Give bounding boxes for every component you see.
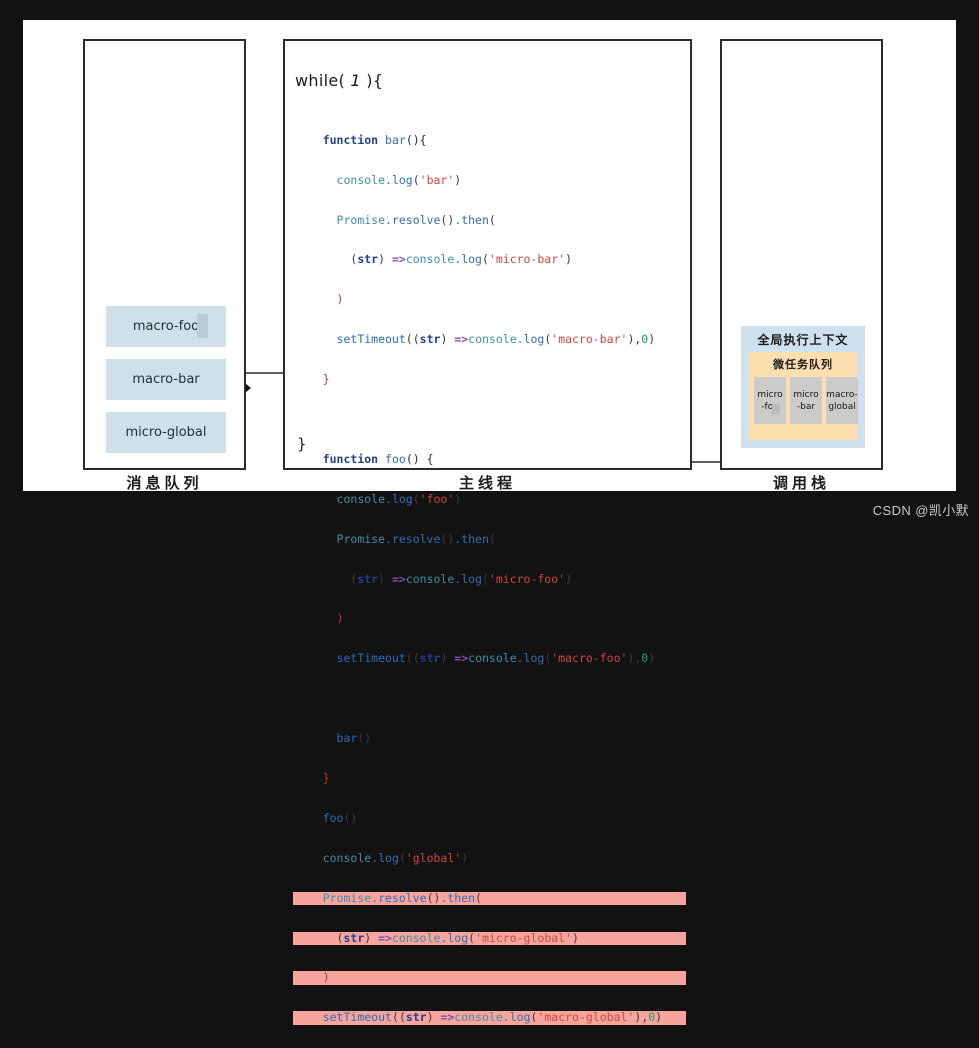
code-line: (str) =>console.log('micro-foo') [295, 571, 573, 586]
code-line-highlighted: ) [293, 971, 686, 985]
code-line: Promise.resolve().then( [336, 531, 496, 546]
code-line: ) [336, 292, 344, 307]
call-stack-caption: 调用栈 [772, 474, 830, 492]
microtask-item[interactable]: micro -foo [754, 377, 786, 424]
redaction-smudge [197, 314, 208, 338]
code-line: } [322, 771, 330, 786]
code-line-highlighted: (str) =>console.log('micro-global') [293, 931, 686, 945]
microtask-queue-title: 微任务队列 [773, 358, 833, 371]
code-line: function bar(){ [322, 132, 427, 147]
diagram-stage: macro-foo macro-bar micro-global 消息队列 wh… [0, 0, 979, 1025]
queue-item[interactable]: micro-global [106, 412, 226, 453]
microtask-queue: 微任务队列 micro -foo micro -bar macro- globa… [749, 352, 858, 440]
code-line-highlighted: Promise.resolve().then( [293, 891, 686, 905]
main-thread-caption: 主线程 [458, 474, 516, 492]
code-line: foo() [322, 810, 358, 825]
message-queue-caption: 消息队列 [126, 474, 203, 492]
queue-item-label: micro-global [125, 425, 207, 440]
code-line: console.log('bar') [336, 172, 462, 187]
code-line: (str) =>console.log('micro-bar') [295, 252, 573, 267]
while-loop-footer: } [297, 435, 307, 453]
microtask-item-line1: micro [793, 389, 819, 400]
microtask-item-line1: micro [757, 389, 783, 400]
global-execution-context-title: 全局执行上下文 [757, 333, 849, 347]
microtask-item-line2: -bar [796, 401, 816, 412]
code-line: function foo() { [322, 451, 434, 466]
main-thread-panel: while( 1 ){ function bar(){ console.log(… [283, 39, 692, 1025]
code-line: setTimeout((str) =>console.log('macro-fo… [336, 651, 656, 666]
queue-item[interactable]: macro-foo [106, 306, 226, 347]
microtask-item[interactable]: micro -bar [790, 377, 822, 424]
code-line: setTimeout((str) =>console.log('macro-ba… [336, 332, 656, 347]
message-queue-panel: macro-foo macro-bar micro-global [83, 39, 246, 470]
redaction-smudge [772, 404, 780, 415]
global-execution-context: 全局执行上下文 微任务队列 micro -foo micro -bar macr… [741, 326, 865, 448]
code-line: bar() [336, 731, 372, 746]
code-line: } [322, 372, 330, 387]
code-line: console.log('foo') [336, 491, 462, 506]
microtask-item[interactable]: macro- global [826, 377, 858, 424]
code-line: Promise.resolve().then( [336, 212, 496, 227]
code-line: ) [336, 611, 344, 626]
queue-item[interactable]: macro-bar [106, 359, 226, 400]
code-block: while( 1 ){ function bar(){ console.log(… [293, 47, 686, 1048]
microtask-item-line2: global [828, 401, 856, 412]
code-line-highlighted: setTimeout((str) =>console.log('macro-gl… [293, 1011, 686, 1025]
call-stack-panel: 全局执行上下文 微任务队列 micro -foo micro -bar macr… [720, 39, 883, 470]
csdn-watermark: CSDN @凯小默 [872, 503, 969, 518]
code-line: console.log('global') [322, 850, 469, 865]
diagram-canvas: macro-foo macro-bar micro-global 消息队列 wh… [23, 20, 956, 1025]
microtask-item-list: micro -foo micro -bar macro- global [754, 377, 858, 424]
while-loop-header: while( 1 ){ [295, 70, 384, 90]
queue-item-label: macro-bar [132, 372, 200, 387]
queue-item-label: macro-foo [132, 319, 200, 334]
microtask-item-line1: macro- [826, 389, 858, 400]
